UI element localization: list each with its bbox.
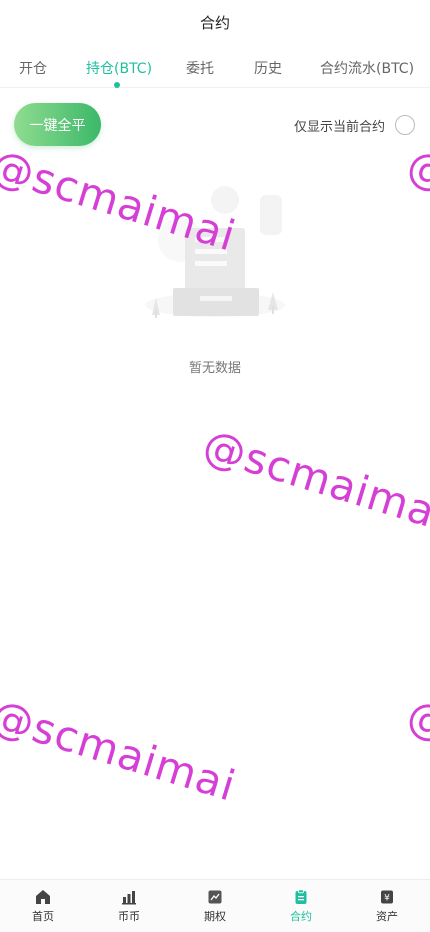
tab-contract-flow[interactable]: 合约流水(BTC) (320, 58, 414, 78)
filter-label: 仅显示当前合约 (293, 119, 385, 135)
nav-label: 首页 (32, 909, 54, 923)
nav-assets[interactable]: ¥ 资产 (344, 880, 430, 932)
page-header: 合约 (0, 0, 430, 44)
nav-label: 合约 (290, 909, 312, 923)
contract-page: 合约 开仓 持仓(BTC) 委托 历史 合约流水(BTC) 一键全平 仅显示当前… (0, 0, 430, 932)
nav-spot[interactable]: 币币 (86, 880, 172, 932)
bottom-nav: 首页 币币 期权 合约 ¥ 资产 (0, 879, 430, 932)
watermark: @scmaimai (197, 420, 430, 541)
svg-text:¥: ¥ (384, 893, 390, 903)
close-all-button[interactable]: 一键全平 (14, 103, 101, 146)
tab-orders[interactable]: 委托 (186, 58, 214, 78)
filter-radio[interactable] (395, 115, 415, 135)
home-icon (36, 889, 50, 904)
watermark: @scmaimai (401, 140, 430, 261)
active-tab-indicator (114, 82, 120, 88)
nav-label: 期权 (204, 909, 226, 923)
empty-state-text: 暂无数据 (188, 361, 241, 376)
nav-home[interactable]: 首页 (0, 880, 86, 932)
nav-contract[interactable]: 合约 (258, 880, 344, 932)
tab-positions[interactable]: 持仓(BTC) (86, 58, 152, 78)
watermark: @scmaimai (0, 690, 242, 811)
nav-label: 币币 (118, 909, 140, 923)
tab-bar: 开仓 持仓(BTC) 委托 历史 合约流水(BTC) (0, 44, 430, 88)
nav-options[interactable]: 期权 (172, 880, 258, 932)
contract-icon (295, 888, 307, 904)
current-contract-filter[interactable]: 仅显示当前合约 (294, 115, 415, 135)
assets-icon: ¥ (381, 890, 393, 903)
options-icon (208, 890, 222, 903)
watermark: @scmaimai (401, 690, 430, 811)
tab-open[interactable]: 开仓 (19, 58, 47, 78)
bar-chart-icon (122, 890, 136, 904)
tab-history[interactable]: 历史 (254, 58, 282, 78)
nav-label: 资产 (376, 909, 398, 923)
page-title: 合约 (199, 13, 230, 32)
